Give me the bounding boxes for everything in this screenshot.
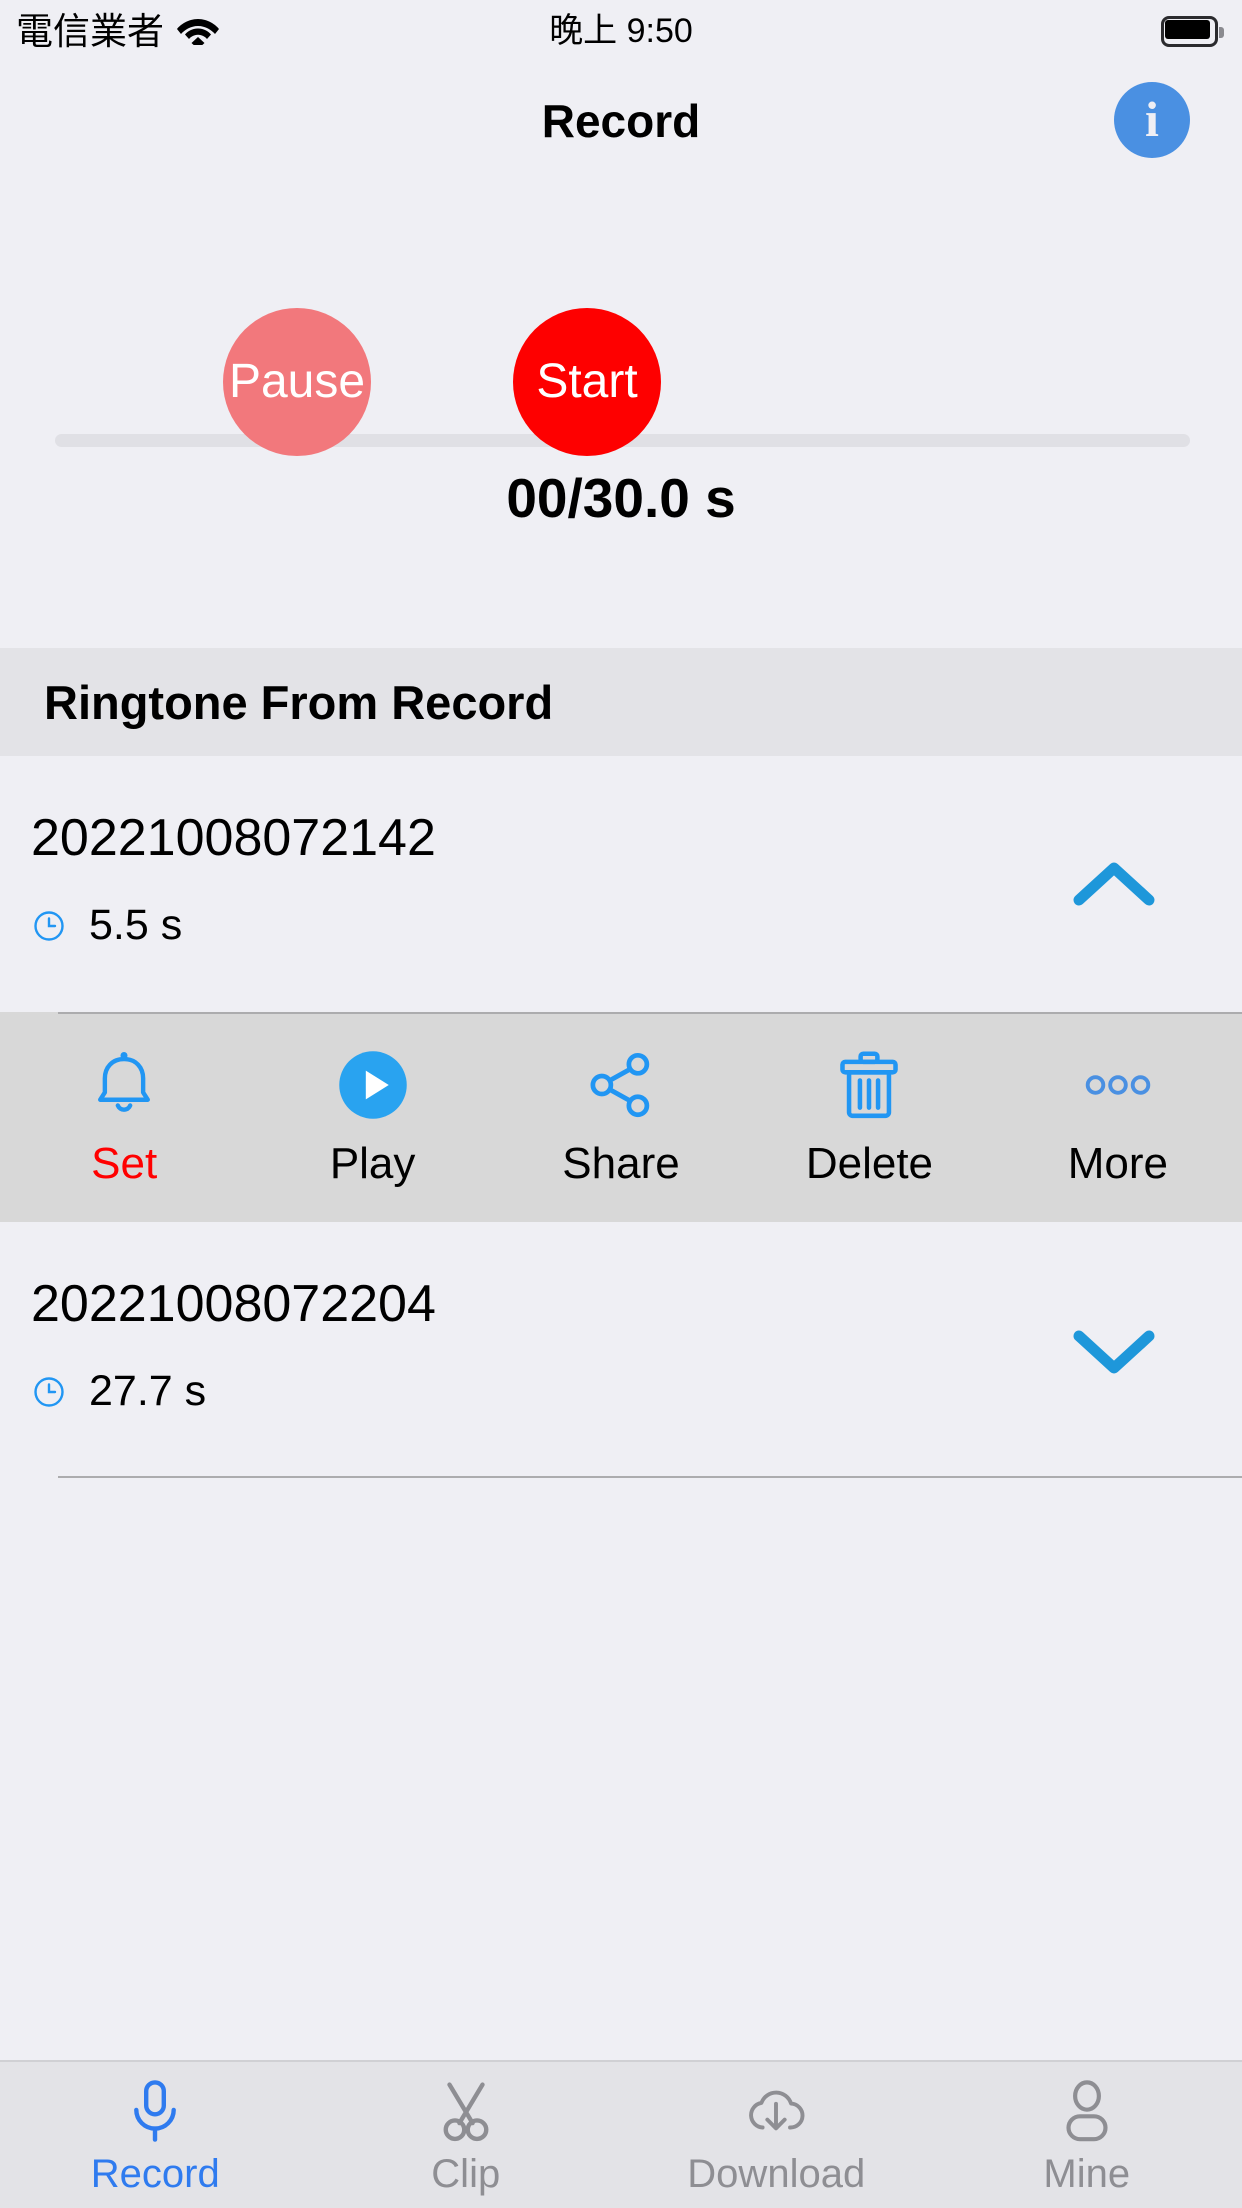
action-play[interactable]: Play — [248, 1012, 496, 1222]
chevron-up-icon[interactable] — [1070, 858, 1158, 910]
share-icon — [584, 1042, 658, 1128]
list-item-title: 20221008072204 — [31, 1275, 436, 1333]
action-bar-top-divider — [58, 1012, 1242, 1014]
action-share-label: Share — [562, 1139, 680, 1188]
trash-icon — [835, 1042, 903, 1128]
list-item[interactable]: 20221008072142 5.5 s — [0, 756, 1242, 1012]
list-item-meta: 27.7 s — [31, 1370, 206, 1413]
action-delete[interactable]: Delete — [745, 1012, 993, 1222]
tab-download-label: Download — [687, 2152, 866, 2196]
action-share[interactable]: Share — [497, 1012, 745, 1222]
ringtone-list: 20221008072142 5.5 s Set Play Share Dele… — [0, 756, 1242, 1478]
tab-clip-label: Clip — [431, 2152, 501, 2196]
start-button[interactable]: Start — [513, 308, 661, 456]
status-bar: 電信業者 晚上 9:50 — [0, 0, 1242, 62]
clock-label: 晚上 9:50 — [549, 12, 693, 50]
list-item-duration: 5.5 s — [89, 901, 183, 949]
list-item-divider — [58, 1476, 1242, 1478]
action-more[interactable]: More — [994, 1012, 1242, 1222]
page-title: Record — [541, 95, 701, 147]
list-item-title: 20221008072142 — [31, 809, 436, 867]
chevron-down-icon[interactable] — [1070, 1324, 1158, 1376]
info-button[interactable]: i — [1114, 82, 1190, 158]
microphone-icon — [126, 2074, 184, 2148]
cloud-download-icon — [743, 2074, 809, 2148]
battery-full-icon — [1161, 15, 1224, 47]
action-delete-label: Delete — [805, 1139, 934, 1188]
pause-button[interactable]: Pause — [223, 308, 371, 456]
action-play-label: Play — [329, 1139, 416, 1188]
tab-record[interactable]: Record — [0, 2060, 311, 2208]
tab-clip[interactable]: Clip — [311, 2060, 622, 2208]
recorder-panel: 00/30.0 s Pause Start — [0, 178, 1242, 648]
clock-icon — [31, 1374, 67, 1410]
person-icon — [1058, 2074, 1116, 2148]
play-circle-icon — [337, 1042, 409, 1128]
action-more-label: More — [1067, 1139, 1168, 1188]
action-set-label: Set — [91, 1139, 158, 1188]
tab-download[interactable]: Download — [621, 2060, 932, 2208]
action-set[interactable]: Set — [0, 1012, 248, 1222]
clock-icon — [31, 908, 67, 944]
tab-bar-top-divider — [0, 2060, 1242, 2062]
info-icon: i — [1145, 91, 1159, 147]
bell-icon — [91, 1042, 157, 1128]
list-item[interactable]: 20221008072204 27.7 s — [0, 1222, 1242, 1478]
app-root: 電信業者 晚上 9:50 Record i 00/30.0 s Pause St… — [0, 0, 1242, 2208]
more-dots-icon — [1082, 1042, 1154, 1128]
status-bar-right — [1161, 0, 1224, 62]
section-header-label: Ringtone From Record — [44, 675, 554, 729]
list-item-duration: 27.7 s — [89, 1367, 207, 1415]
tab-mine-label: Mine — [1043, 2152, 1131, 2196]
section-header: Ringtone From Record — [0, 648, 1242, 756]
list-item-meta: 5.5 s — [31, 904, 182, 947]
record-timer: 00/30.0 s — [506, 467, 736, 529]
scissors-icon — [437, 2074, 495, 2148]
status-bar-center: 晚上 9:50 — [0, 0, 1242, 62]
tab-bar: Record Clip Download Mine — [0, 2060, 1242, 2208]
row-action-bar: Set Play Share Delete More — [0, 1012, 1242, 1222]
navigation-bar: Record i — [0, 62, 1242, 178]
tab-record-label: Record — [90, 2152, 220, 2196]
tab-mine[interactable]: Mine — [932, 2060, 1242, 2208]
